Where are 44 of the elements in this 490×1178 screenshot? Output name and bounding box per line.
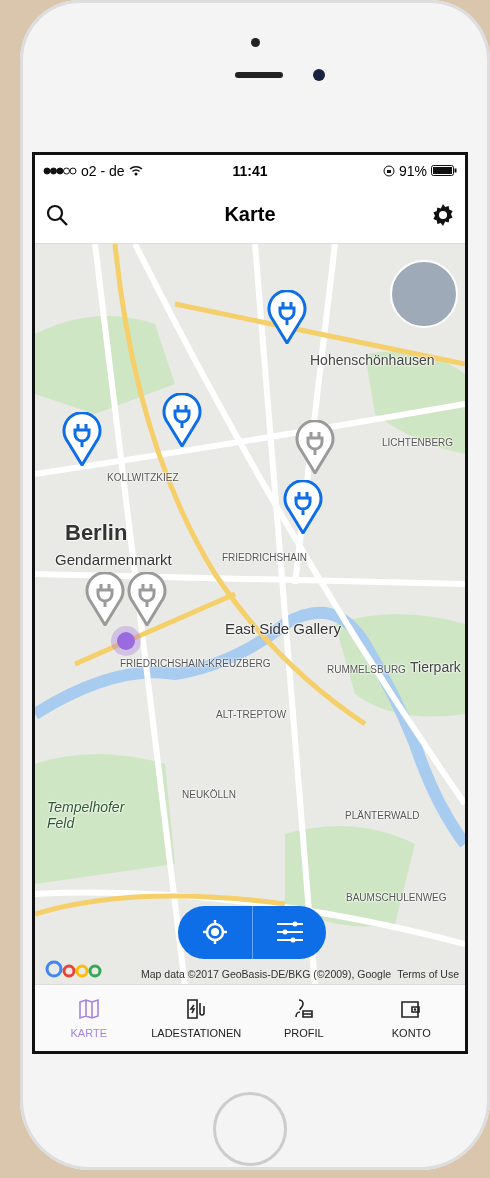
map-label: NEUKÖLLN [182,788,236,800]
charging-pin-icon[interactable] [295,419,335,474]
map-label: FRIEDRICHSHAIN [222,551,307,563]
map-label: PLÄNTERWALD [345,809,420,821]
settings-icon[interactable] [431,202,455,227]
carrier-text: o2 - de [81,162,125,179]
battery-percent: 91% [398,162,427,179]
map-label: Hohenschönhausen [310,351,435,368]
tab-bar-item[interactable]: PROFIL [250,985,358,1051]
map-label: RUMMELSBURG [327,663,406,675]
filter-button[interactable] [252,905,326,959]
camera-dot [250,38,260,47]
map-attribution: Map data ©2017 GeoBasis-DE/BKG (©2009), Google [141,967,392,980]
charging-pin-icon[interactable] [267,289,307,344]
map-label: LICHTENBERG [382,436,454,448]
charging-pin-icon[interactable] [127,571,167,626]
tab-bar-item[interactable]: KONTO [357,985,465,1051]
charging-pin-icon[interactable] [62,411,102,466]
tab-bar-item[interactable]: LADESTATIONEN [142,985,250,1051]
battery-icon [431,165,457,177]
map-label: Tempelhofer Feld [47,798,126,831]
wifi-icon [128,165,143,177]
front-camera [313,69,325,81]
clock-text: 11:41 [232,162,268,179]
charging-pin-icon[interactable] [85,571,125,626]
map-label: Gendarmenmarkt [55,550,172,568]
terms-link[interactable]: Terms of Use [397,967,459,980]
speaker-slot [235,72,283,78]
map-label: BAUMSCHULENWEG [346,891,447,903]
sliders-icon [275,921,304,944]
charging-pin-icon[interactable] [283,479,323,534]
charging-pin-icon[interactable] [162,392,202,447]
rotation-lock-icon [382,164,395,177]
locate-button[interactable] [178,905,252,959]
map-icon [76,997,101,1022]
locate-icon [202,919,228,946]
map-label: East Side Gallery [225,619,341,637]
map-label: FRIEDRICHSHAIN-KREUZBERG [120,657,271,669]
map-label: ALT-TREPTOW [216,708,287,720]
signal-icon [43,166,77,175]
map-label: Berlin [65,519,128,546]
search-icon[interactable] [45,202,69,227]
map-label: Tierpark [410,658,461,675]
screen-title: Karte [224,203,276,227]
